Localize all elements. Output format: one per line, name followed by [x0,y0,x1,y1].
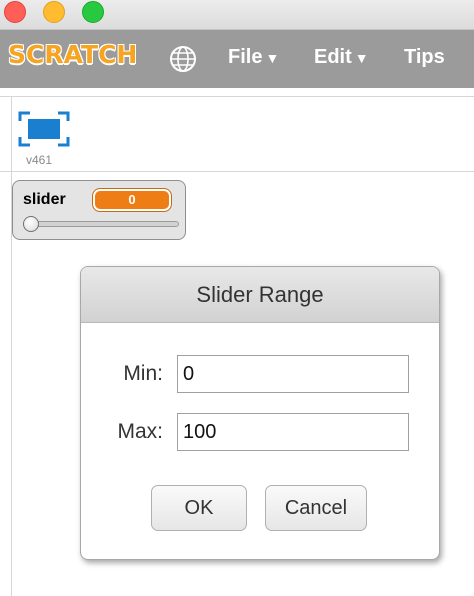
max-label: Max: [117,420,163,443]
ok-button[interactable]: OK [151,485,247,531]
dialog-title: Slider Range [81,267,439,323]
fullscreen-icon[interactable] [18,111,70,147]
min-input[interactable] [177,355,409,393]
tips-menu[interactable]: Tips [404,46,445,69]
stage-header: v461 [0,96,474,172]
globe-icon[interactable] [168,44,198,74]
edit-menu-label: Edit [314,46,352,68]
chevron-down-icon: ▼ [354,50,369,66]
slider-range-dialog: Slider Range Min: Max: OK Cancel [80,266,440,560]
file-menu-label: File [228,46,263,68]
stage-divider [0,96,12,596]
window-titlebar [0,0,474,30]
monitor-value: 0 [92,188,172,212]
chevron-down-icon: ▼ [265,50,280,66]
variable-monitor[interactable]: slider 0 [12,180,186,240]
menu-bar: SCRATCH File ▼ Edit ▼ Tips [0,30,474,88]
monitor-label: slider [23,191,66,208]
scratch-logo[interactable]: SCRATCH [8,40,137,69]
version-label: v461 [26,153,53,167]
edit-menu[interactable]: Edit ▼ [314,46,369,69]
cancel-button[interactable]: Cancel [265,485,367,531]
close-window-button[interactable] [4,1,26,23]
slider-track[interactable] [31,221,179,227]
minimize-window-button[interactable] [43,1,65,23]
slider-knob[interactable] [23,216,39,232]
max-input[interactable] [177,413,409,451]
min-label: Min: [123,362,163,385]
zoom-window-button[interactable] [82,1,104,23]
file-menu[interactable]: File ▼ [228,46,279,69]
